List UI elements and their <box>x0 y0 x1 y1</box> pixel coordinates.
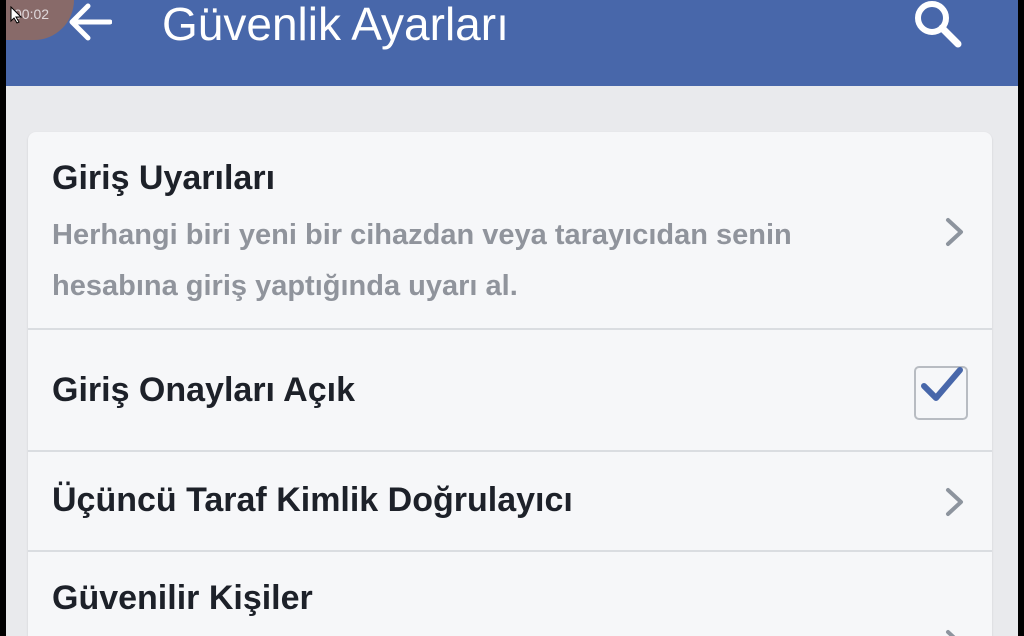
checkmark-icon <box>921 367 963 401</box>
setting-title: Giriş Onayları Açık <box>52 371 355 409</box>
setting-row-login-alerts[interactable]: Giriş Uyarıları Herhangi biri yeni bir c… <box>28 132 992 330</box>
setting-row-login-approvals[interactable]: Giriş Onayları Açık <box>28 330 992 452</box>
chevron-right-icon <box>946 488 963 516</box>
settings-card: Giriş Uyarıları Herhangi biri yeni bir c… <box>28 132 992 636</box>
search-icon[interactable] <box>906 0 966 50</box>
setting-title: Üçüncü Taraf Kimlik Doğrulayıcı <box>52 481 573 519</box>
app-bar: Güvenlik Ayarları <box>6 0 1018 86</box>
setting-title: Giriş Uyarıları <box>52 159 276 197</box>
chevron-right-icon <box>946 218 963 246</box>
screen: Güvenlik Ayarları 00:02 Giriş Uyarıları … <box>6 0 1018 636</box>
setting-title: Güvenilir Kişiler <box>52 579 313 617</box>
page-title: Güvenlik Ayarları <box>162 0 509 50</box>
setting-row-third-party-authenticator[interactable]: Üçüncü Taraf Kimlik Doğrulayıcı <box>28 452 992 552</box>
setting-description: Herhangi biri yeni bir cihazdan veya tar… <box>52 219 792 302</box>
chevron-right-icon <box>946 630 956 636</box>
setting-row-trusted-contacts[interactable]: Güvenilir Kişiler <box>28 552 992 636</box>
login-approvals-checkbox[interactable] <box>914 366 968 420</box>
mouse-cursor-icon <box>10 6 22 24</box>
